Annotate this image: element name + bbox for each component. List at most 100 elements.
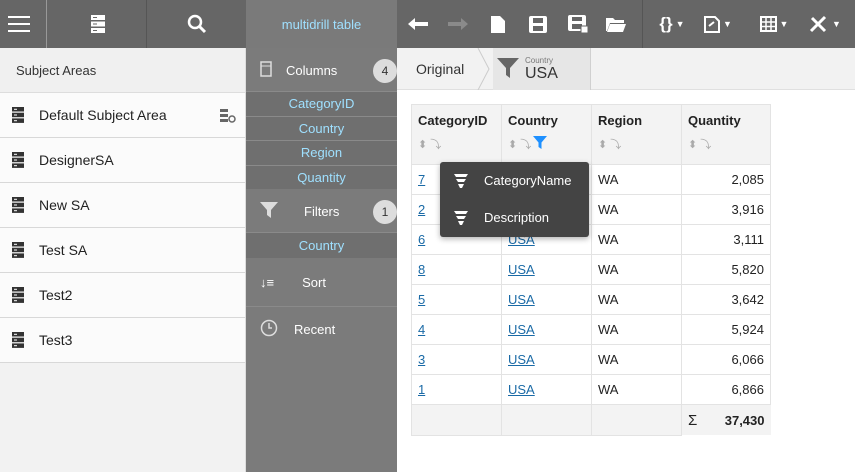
sort-arrows-icon[interactable]: ⬍ ⤵ <box>508 136 585 152</box>
table-total-row: Σ 37,430 <box>411 404 771 436</box>
filters-section-header[interactable]: Filters 1 <box>246 189 397 234</box>
hamburger-icon[interactable] <box>0 0 38 48</box>
server-icon <box>12 197 26 213</box>
column-header[interactable]: CategoryID ⬍ ⤵ <box>411 104 502 165</box>
breadcrumb: Original Country USA <box>397 48 855 90</box>
active-filter-icon[interactable] <box>533 136 548 149</box>
column-field-item[interactable]: Quantity <box>246 164 397 189</box>
new-file-icon[interactable] <box>480 0 516 48</box>
table-cell[interactable]: USA <box>501 314 592 345</box>
breadcrumb-filter-value: USA <box>525 65 558 82</box>
table-cell: 2,085 <box>681 164 771 195</box>
drill-link[interactable]: 6 <box>418 232 425 247</box>
column-field-item[interactable]: Region <box>246 140 397 165</box>
table-cell[interactable]: USA <box>501 344 592 375</box>
column-header[interactable]: Country ⬍ ⤵ <box>501 104 592 165</box>
filter-field-item[interactable]: Country <box>246 232 397 258</box>
subject-area-item[interactable]: Default Subject Area <box>0 93 245 138</box>
drill-link[interactable]: USA <box>508 322 535 337</box>
dropdown-menu-item[interactable]: CategoryName <box>440 162 589 199</box>
drill-link[interactable]: 1 <box>418 382 425 397</box>
tab-multidrill-table[interactable]: multidrill table <box>246 0 397 48</box>
columns-section-header[interactable]: Columns 4 <box>246 48 397 93</box>
table-cell[interactable]: 1 <box>411 374 502 405</box>
recent-section-header[interactable]: Recent <box>246 306 397 351</box>
table-cell <box>501 404 592 436</box>
open-folder-icon[interactable] <box>598 0 634 48</box>
clock-icon <box>260 319 278 340</box>
columns-list: CategoryID Country Region Quantity <box>246 91 397 189</box>
column-header-label: CategoryID <box>418 113 488 128</box>
drill-link[interactable]: 4 <box>418 322 425 337</box>
breadcrumb-filter[interactable]: Country USA <box>493 48 591 90</box>
table-cell[interactable]: 4 <box>411 314 502 345</box>
subject-area-label: Test2 <box>39 287 73 303</box>
drill-link[interactable]: USA <box>508 352 535 367</box>
redo-icon[interactable] <box>440 0 476 48</box>
export-icon[interactable]: ▼ <box>696 0 740 48</box>
column-field-item[interactable]: CategoryID <box>246 91 397 116</box>
drill-link[interactable]: USA <box>508 292 535 307</box>
table-row: 3 USA WA 6,066 <box>411 344 771 375</box>
drill-link[interactable]: 5 <box>418 292 425 307</box>
sort-arrows-icon[interactable]: ⬍ ⤵ <box>418 136 495 152</box>
save-icon[interactable] <box>520 0 556 48</box>
sort-section-header[interactable]: ↓≡ Sort <box>246 258 397 306</box>
dropdown-menu-item-label: CategoryName <box>484 173 572 188</box>
column-header[interactable]: Region ⬍ ⤵ <box>591 104 682 165</box>
dropdown-menu-item[interactable]: Description <box>440 199 589 236</box>
table-cell: 6,066 <box>681 344 771 375</box>
subject-area-list: Default Subject Area DesignerSA New SA Test… <box>0 93 245 363</box>
server-icon <box>12 152 26 168</box>
column-field-item[interactable]: Country <box>246 115 397 140</box>
grid-icon[interactable]: ▼ <box>752 0 796 48</box>
drill-link[interactable]: 7 <box>418 172 425 187</box>
sort-arrows-icon[interactable]: ⬍ ⤵ <box>598 136 675 152</box>
subject-area-item[interactable]: New SA <box>0 183 245 228</box>
breadcrumb-separator <box>477 48 490 90</box>
subject-area-item[interactable]: Test SA <box>0 228 245 273</box>
table-cell: 5,924 <box>681 314 771 345</box>
table-cell[interactable]: USA <box>501 254 592 285</box>
table-cell[interactable]: 3 <box>411 344 502 375</box>
server-icon[interactable] <box>50 0 146 48</box>
table-cell: WA <box>591 194 682 225</box>
table-row: 5 USA WA 3,642 <box>411 284 771 315</box>
drill-link[interactable]: 8 <box>418 262 425 277</box>
subject-area-item[interactable]: DesignerSA <box>0 138 245 183</box>
undo-icon[interactable] <box>400 0 436 48</box>
subject-areas-panel: Subject Areas Default Subject Area Design… <box>0 48 246 472</box>
subject-area-item[interactable]: Test2 <box>0 273 245 318</box>
table-cell: WA <box>591 374 682 405</box>
drill-link[interactable]: 3 <box>418 352 425 367</box>
table-cell[interactable]: USA <box>501 374 592 405</box>
search-icon[interactable] <box>147 0 246 48</box>
table-cell <box>411 404 502 436</box>
drill-link[interactable]: USA <box>508 382 535 397</box>
tools-icon[interactable]: ▼ <box>800 0 850 48</box>
table-row: 8 USA WA 5,820 <box>411 254 771 285</box>
table-cell[interactable]: USA <box>501 284 592 315</box>
filters-count-badge: 1 <box>373 200 397 224</box>
settings-icon[interactable] <box>220 109 236 126</box>
breadcrumb-filter-field: Country <box>525 56 554 65</box>
table-cell: WA <box>591 344 682 375</box>
tab-title-label: multidrill table <box>281 16 362 32</box>
drill-link[interactable]: USA <box>508 262 535 277</box>
table-header-row: CategoryID ⬍ ⤵ Country ⬍ ⤵ Region ⬍ ⤵ Quantity… <box>411 104 771 165</box>
subject-area-item[interactable]: Test3 <box>0 318 245 363</box>
filter-icon <box>260 202 278 221</box>
column-header[interactable]: Quantity ⬍ ⤵ <box>681 104 771 165</box>
column-header-label: Region <box>598 113 643 128</box>
table-row: 4 USA WA 5,924 <box>411 314 771 345</box>
sort-arrows-icon[interactable]: ⬍ ⤵ <box>688 136 764 152</box>
breadcrumb-original[interactable]: Original <box>397 48 477 90</box>
braces-icon[interactable]: {} ▼ <box>650 0 694 48</box>
table-cell[interactable]: 8 <box>411 254 502 285</box>
columns-count-badge: 4 <box>373 59 397 83</box>
sort-icon: ↓≡ <box>260 274 275 290</box>
table-cell[interactable]: 5 <box>411 284 502 315</box>
save-as-icon[interactable] <box>560 0 596 48</box>
drill-link[interactable]: 2 <box>418 202 425 217</box>
recent-label: Recent <box>294 321 336 337</box>
